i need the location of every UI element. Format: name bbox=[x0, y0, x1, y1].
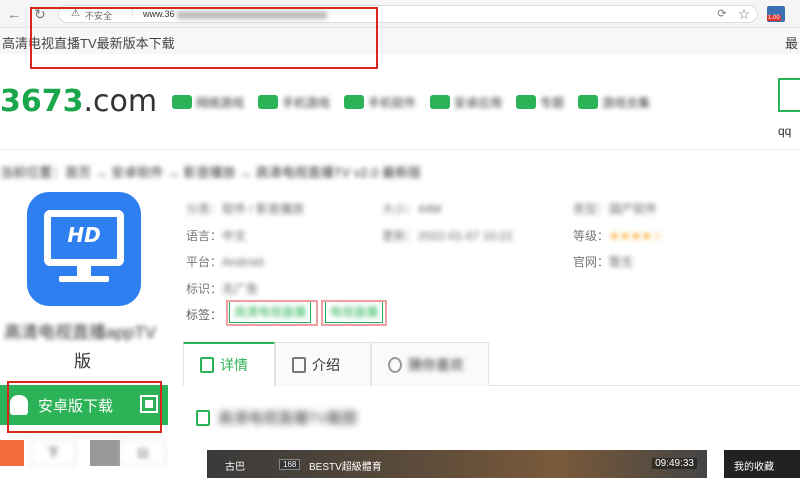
nav-item-mobile-software[interactable]: 手机软件 bbox=[344, 92, 416, 112]
translate-icon[interactable]: ⟳ bbox=[712, 4, 732, 24]
hd-label: HD bbox=[67, 223, 101, 247]
extension-badge: 1.00 bbox=[767, 15, 781, 21]
app-name-line2: 版 bbox=[74, 352, 91, 371]
document-icon bbox=[200, 357, 214, 373]
phone-game-icon bbox=[258, 95, 279, 109]
banner-left-text: 古巴 bbox=[225, 462, 245, 473]
app-icon: HD bbox=[27, 192, 141, 306]
android-download-button[interactable]: 安卓版下载 bbox=[0, 385, 168, 425]
nav-item-mobile-games[interactable]: 手机游戏 bbox=[258, 92, 330, 112]
grey-icon[interactable] bbox=[90, 440, 120, 466]
info-level: 等级：★★★★☆ bbox=[573, 229, 663, 243]
reload-icon[interactable]: ↻ bbox=[30, 4, 50, 24]
breadcrumb: 当前位置：首页 → 安卓软件 → 影音播放 → 高清电视直播TV v2.0 最新… bbox=[0, 162, 421, 181]
info-tags-label: 标签： bbox=[186, 308, 223, 322]
channel-name: BESTV超級體育 bbox=[309, 462, 382, 473]
info-mark: 标识：无广告 bbox=[186, 282, 259, 296]
monitor-icon: HD bbox=[44, 210, 124, 266]
orange-icon[interactable] bbox=[0, 440, 24, 466]
site-header: 3673.com 网络游戏 手机游戏 手机软件 安卓应用 专题 游戏合集 qq bbox=[0, 54, 800, 150]
info-language: 语言：中文 bbox=[186, 229, 247, 243]
info-official: 官网：暂无 bbox=[573, 255, 634, 269]
tag-tv-live[interactable]: 电视直播 bbox=[325, 301, 384, 323]
collection-icon bbox=[578, 95, 599, 109]
tag-hd-tv[interactable]: 高清电视直播 bbox=[229, 301, 312, 323]
extension-icon[interactable]: 1.00 bbox=[767, 6, 785, 22]
app-screenshot[interactable]: 古巴 168 BESTV超級體育 09:49:33 bbox=[207, 450, 707, 478]
separator: | bbox=[131, 7, 134, 17]
app-name-line1: 高清电视直播appTV bbox=[4, 323, 157, 342]
tab-details[interactable]: 详情 bbox=[183, 342, 275, 386]
insecure-label: 不安全 bbox=[85, 11, 113, 21]
software-icon bbox=[344, 95, 365, 109]
nav-item-online-games[interactable]: 网络游戏 bbox=[172, 92, 244, 112]
mini-button-1[interactable]: 下 bbox=[30, 440, 76, 466]
monitor-base bbox=[59, 276, 109, 282]
page-title: 高清电视直播TV最新版本下载 bbox=[2, 36, 175, 51]
info-platform: 平台：Android bbox=[186, 255, 264, 269]
info-category: 分类：软件 / 影音播放 bbox=[186, 202, 305, 216]
page-title-bar: 高清电视直播TV最新版本下载 最 bbox=[0, 28, 800, 54]
heart-icon bbox=[388, 356, 402, 373]
chat-icon bbox=[516, 95, 537, 109]
page-title-right: 最 bbox=[784, 36, 798, 51]
download-label: 安卓版下载 bbox=[38, 398, 114, 415]
channel-badge: 168 bbox=[279, 459, 301, 470]
address-bar[interactable]: ⚠ 不安全 | www.36 bbox=[58, 5, 758, 23]
browser-toolbar: ← ↻ ⚠ 不安全 | www.36 ⟳ ☆ 1.00 bbox=[0, 0, 800, 28]
info-update: 更新：2022-01-07 10:22 bbox=[382, 229, 513, 243]
gamepad-icon bbox=[172, 95, 192, 109]
tab-intro[interactable]: 介绍 bbox=[275, 342, 371, 386]
qq-label[interactable]: qq bbox=[778, 124, 791, 138]
document-icon bbox=[196, 410, 210, 426]
info-size: 大小：44M bbox=[382, 202, 442, 216]
monitor-stand bbox=[77, 266, 91, 276]
nav-item-android-apps[interactable]: 安卓应用 bbox=[430, 92, 502, 112]
document-icon bbox=[292, 356, 306, 373]
search-input[interactable] bbox=[778, 78, 800, 112]
url-text[interactable]: www.36 bbox=[143, 9, 327, 19]
star-icon[interactable]: ☆ bbox=[734, 4, 754, 24]
banner-time: 09:49:33 bbox=[652, 458, 697, 469]
back-icon[interactable]: ← bbox=[4, 4, 24, 24]
shield-icon bbox=[430, 95, 451, 109]
breadcrumb-text[interactable]: 当前位置：首页 → 安卓软件 → 影音播放 → 高清电视直播TV v2.0 最新… bbox=[0, 165, 421, 180]
rating-stars: ★★★★☆ bbox=[609, 229, 663, 243]
site-logo[interactable]: 3673.com bbox=[0, 84, 157, 119]
info-type: 类型：国产软件 bbox=[573, 202, 658, 216]
screenshots-title: 高清电视直播TV截图 bbox=[218, 410, 358, 427]
detail-tabs: 详情 介绍 猜你喜欢 bbox=[183, 342, 800, 386]
favorites-panel[interactable]: 我的收藏 bbox=[724, 450, 800, 478]
tab-recommend[interactable]: 猜你喜欢 bbox=[371, 342, 489, 386]
main-nav: 网络游戏 手机游戏 手机软件 安卓应用 专题 游戏合集 bbox=[172, 92, 650, 112]
nav-item-collections[interactable]: 游戏合集 bbox=[578, 92, 650, 112]
warning-icon: ⚠ bbox=[71, 8, 80, 19]
qrcode-icon[interactable] bbox=[140, 395, 158, 413]
mini-button-2[interactable]: 11 bbox=[120, 440, 166, 466]
android-icon bbox=[10, 395, 28, 415]
nav-item-topics[interactable]: 专题 bbox=[516, 92, 564, 112]
